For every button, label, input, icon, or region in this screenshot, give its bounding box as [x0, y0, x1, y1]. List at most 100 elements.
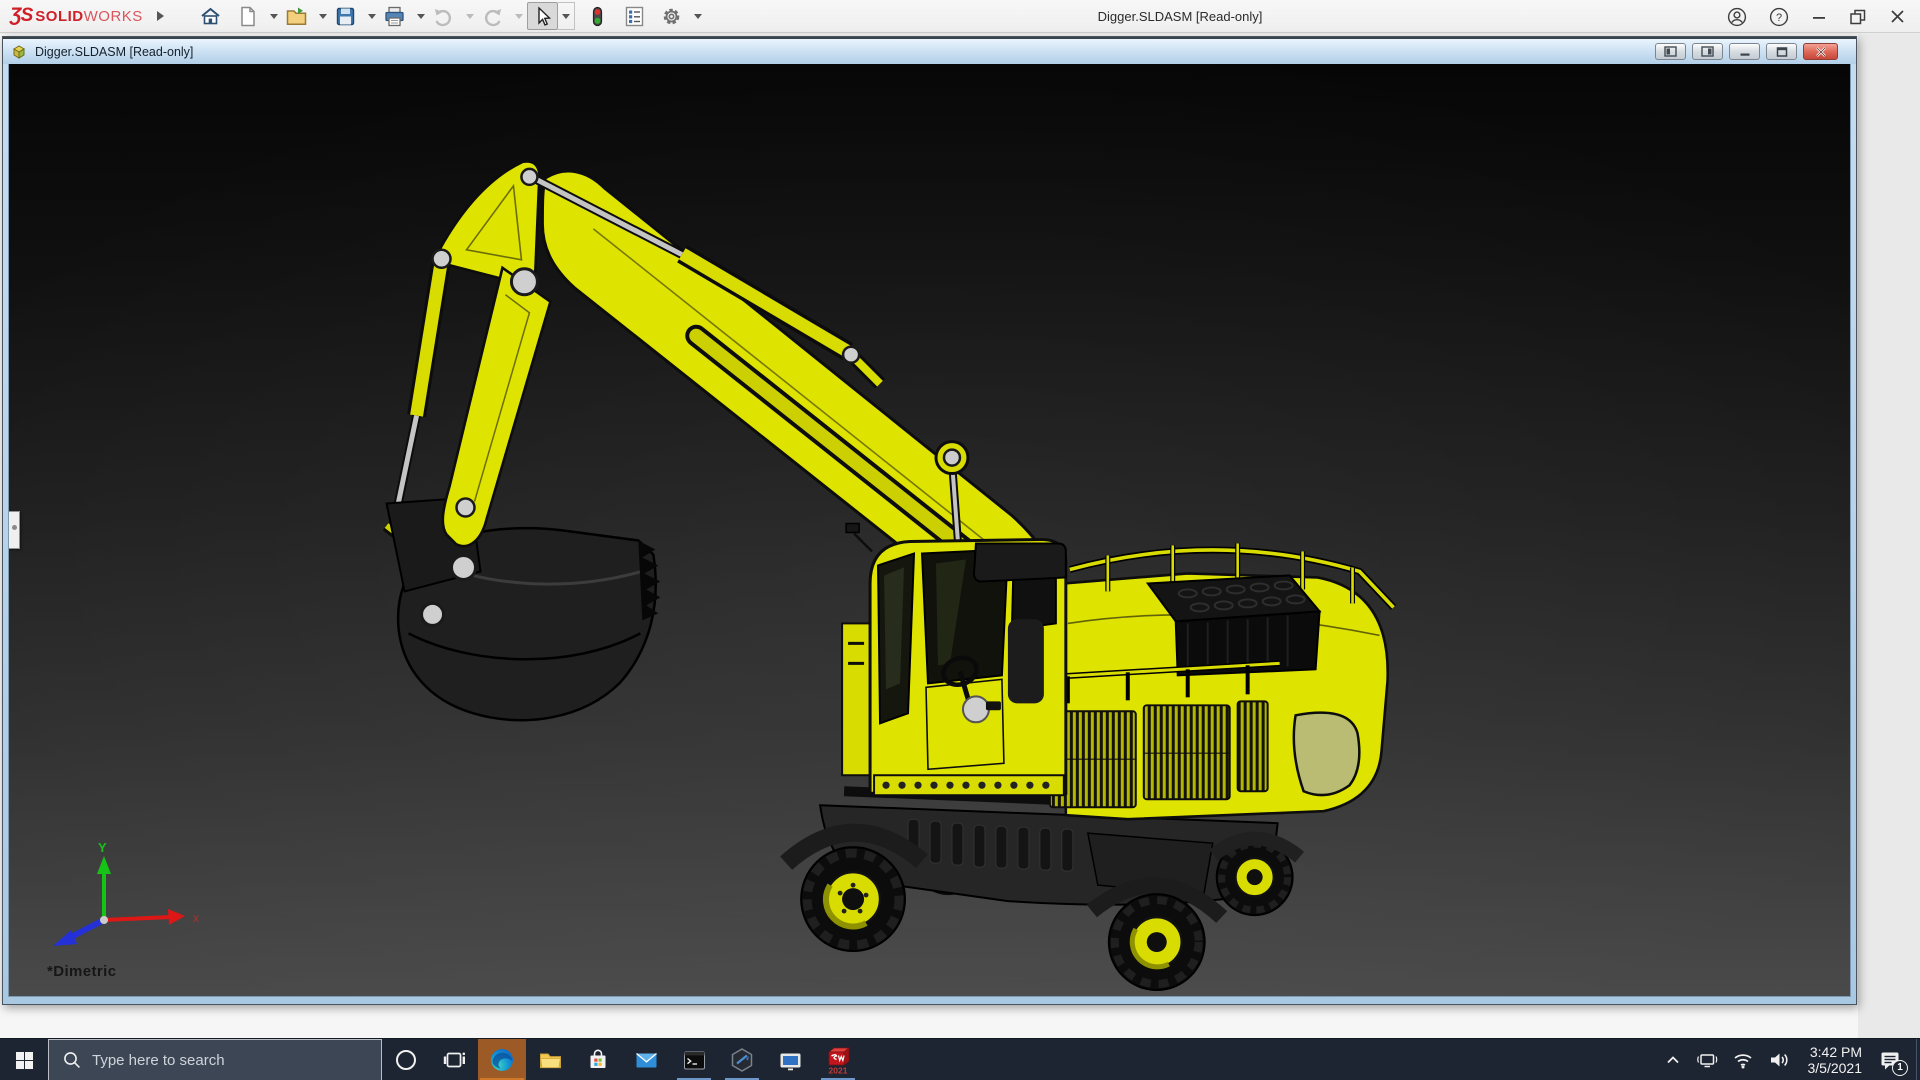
document-maximize-button[interactable] [1766, 43, 1797, 60]
solidworks-logo-bold: SOLID [35, 8, 84, 25]
minimize-icon [1740, 53, 1749, 56]
windows-logo-icon [15, 1051, 33, 1069]
new-document-dropdown[interactable] [269, 13, 278, 19]
undo-dropdown[interactable] [465, 13, 474, 19]
taskbar-item-cortana[interactable] [382, 1039, 430, 1080]
undo-icon [434, 8, 451, 26]
save-dropdown[interactable] [367, 13, 376, 19]
rebuild-button[interactable] [583, 2, 612, 30]
taskbar-item-task-view[interactable] [430, 1039, 478, 1080]
file-properties-button[interactable] [620, 2, 649, 30]
workspace-margin [1858, 34, 1920, 1038]
task-view-icon [443, 1052, 465, 1067]
hexagon-app-icon [731, 1048, 753, 1072]
show-desktop-button[interactable] [1916, 1038, 1920, 1080]
select-cursor-icon [538, 5, 551, 26]
gear-icon [663, 8, 680, 24]
front-right-wheel [1107, 893, 1206, 992]
tray-vm-connection[interactable] [1689, 1039, 1725, 1080]
taskbar-item-file-explorer[interactable] [526, 1039, 574, 1080]
document-minimize-button[interactable] [1729, 43, 1760, 60]
vm-monitor-icon [1696, 1053, 1717, 1067]
speaker-icon [1770, 1053, 1788, 1066]
minimize-button[interactable] [1811, 9, 1827, 25]
options-dropdown[interactable] [693, 13, 702, 19]
cab-roof-panel [972, 542, 1067, 583]
document-close-button[interactable] [1803, 43, 1838, 60]
open-button[interactable] [282, 2, 311, 30]
feature-tree-collapsed-tab[interactable] [9, 511, 20, 549]
new-document-button[interactable] [233, 2, 262, 30]
chevron-down-icon [561, 13, 570, 19]
chevron-up-icon [1666, 1055, 1679, 1063]
view-orientation-label: *Dimetric [47, 963, 117, 980]
document-window-controls [1655, 43, 1838, 60]
rear-quarter-window [1292, 711, 1361, 797]
left-pane-icon [1664, 46, 1677, 57]
document-title: Digger.SLDASM [Read-only] [35, 44, 194, 59]
help-icon[interactable]: ? [1769, 7, 1789, 27]
save-icon [336, 7, 354, 25]
home-button[interactable] [196, 2, 225, 30]
solidworks-year-badge: 2021 [829, 1066, 848, 1076]
right-pane-icon [1701, 46, 1714, 57]
tray-show-hidden-icons[interactable] [1657, 1039, 1689, 1080]
print-button[interactable] [380, 2, 409, 30]
document-titlebar[interactable]: Digger.SLDASM [Read-only] [3, 37, 1856, 64]
wifi-icon [1733, 1053, 1752, 1068]
file-explorer-icon [539, 1053, 561, 1068]
svg-text:?: ? [1776, 12, 1782, 24]
graphics-viewport[interactable]: Y x *Dimetric [8, 64, 1851, 997]
taskbar-item-hexagon-app[interactable] [718, 1039, 766, 1080]
close-button[interactable] [1889, 8, 1906, 25]
excavator-engine-deck [1043, 543, 1397, 821]
taskbar-item-edge[interactable] [478, 1039, 526, 1080]
undo-button[interactable] [429, 2, 458, 30]
print-dropdown[interactable] [416, 13, 425, 19]
triad-y-label: Y [98, 840, 107, 855]
start-button[interactable] [0, 1039, 48, 1080]
options-button[interactable] [657, 2, 686, 30]
search-input[interactable] [92, 1051, 381, 1069]
taskbar-item-microsoft-store[interactable] [574, 1039, 622, 1080]
redo-dropdown[interactable] [514, 13, 523, 19]
taskbar-search[interactable] [48, 1039, 382, 1080]
edge-icon [491, 1049, 513, 1071]
traffic-light-icon [592, 6, 602, 26]
app-titlebar: ƷS SOLID WORKS Digger.SLDASM [Read-only]… [0, 0, 1920, 33]
redo-button[interactable] [478, 2, 507, 30]
taskbar-item-mail[interactable] [622, 1039, 670, 1080]
tray-volume[interactable] [1761, 1039, 1798, 1080]
action-center-button[interactable]: 1 [1870, 1039, 1914, 1080]
tray-date: 3/5/2021 [1807, 1059, 1863, 1076]
toggle-right-pane-button[interactable] [1692, 43, 1723, 60]
mail-icon [635, 1052, 657, 1067]
taskbar-item-remote-desktop[interactable] [766, 1039, 814, 1080]
solidworks-application: ƷS SOLID WORKS Digger.SLDASM [Read-only]… [0, 0, 1920, 1080]
microsoft-store-icon [590, 1049, 606, 1068]
open-dropdown[interactable] [318, 13, 327, 19]
tray-time: 3:42 PM [1809, 1043, 1862, 1060]
command-prompt-icon [683, 1051, 705, 1069]
app-window-title: Digger.SLDASM [Read-only] [1097, 9, 1263, 24]
menu-expand-arrow-icon[interactable] [156, 11, 164, 21]
orientation-triad: Y x [53, 840, 199, 946]
taskbar-item-solidworks[interactable]: 2021 [814, 1039, 862, 1080]
save-button[interactable] [331, 2, 360, 30]
remote-desktop-icon [780, 1053, 800, 1070]
home-icon [201, 7, 220, 24]
cortana-icon [396, 1050, 416, 1070]
close-icon [1815, 46, 1826, 57]
account-icon[interactable] [1727, 7, 1747, 27]
select-tool-dropdown[interactable] [557, 2, 575, 30]
excavator-3d-model [9, 64, 1850, 996]
quick-access-toolbar [192, 0, 702, 33]
taskbar-item-command-prompt[interactable] [670, 1039, 718, 1080]
toggle-left-pane-button[interactable] [1655, 43, 1686, 60]
open-folder-icon [286, 7, 307, 25]
tray-clock[interactable]: 3:42 PM 3/5/2021 [1798, 1044, 1871, 1076]
restore-button[interactable] [1849, 8, 1867, 26]
tray-network[interactable] [1725, 1039, 1761, 1080]
solidworks-logo: ƷS SOLID WORKS [10, 5, 143, 27]
select-tool-button[interactable] [526, 2, 558, 30]
